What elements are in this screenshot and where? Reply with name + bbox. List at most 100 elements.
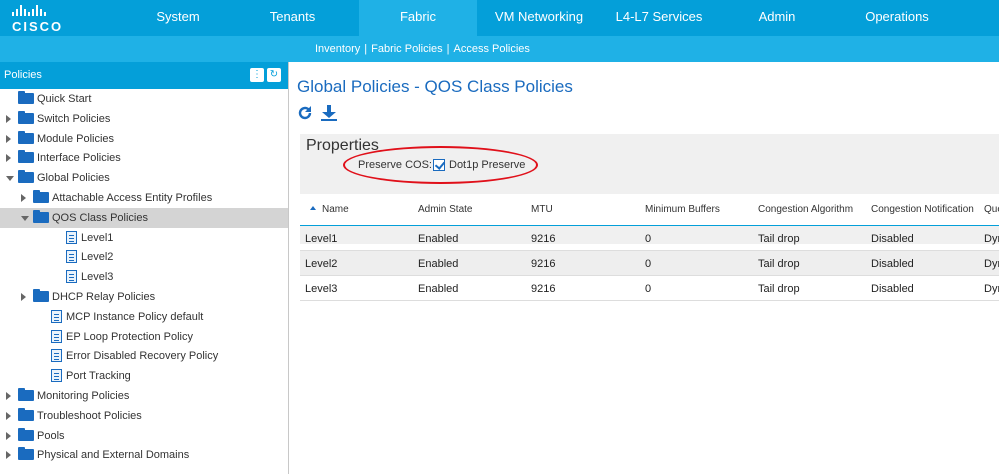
- column-header-congestion-notification[interactable]: Congestion Notification: [871, 204, 974, 215]
- cell-congestion-notification: Disabled: [871, 258, 914, 270]
- column-header-mtu[interactable]: MTU: [531, 204, 553, 215]
- collapsed-arrow-icon[interactable]: [21, 194, 26, 202]
- tree-view-options-icon[interactable]: ⋮: [250, 68, 264, 82]
- expanded-arrow-icon[interactable]: [21, 215, 29, 221]
- policy-doc-icon: [66, 250, 77, 264]
- column-header-name[interactable]: Name: [310, 204, 349, 215]
- cell-minimum-buffers: 0: [645, 283, 652, 295]
- table-row[interactable]: Level1 Enabled 9216 0 Tail drop Disabled Dyn: [300, 226, 999, 251]
- folder-icon: [18, 388, 34, 401]
- tree-item-label: DHCP Relay Policies: [52, 291, 156, 303]
- nav-tab-system[interactable]: System: [130, 0, 226, 36]
- folder-icon: [18, 130, 34, 144]
- column-header-admin-state[interactable]: Admin State: [418, 204, 472, 215]
- collapsed-arrow-icon[interactable]: [6, 411, 11, 420]
- tree-item-label: Pools: [37, 429, 65, 442]
- tree-item-label: Port Tracking: [66, 370, 131, 383]
- tree-item-qos-class-policies[interactable]: QOS Class Policies: [0, 207, 288, 228]
- policy-doc-icon: [51, 329, 62, 343]
- cell-mtu: 9216: [531, 258, 556, 270]
- tree-item-label: Module Policies: [37, 132, 115, 145]
- column-header-minimum-buffers[interactable]: Minimum Buffers: [645, 204, 720, 215]
- nav-tab-admin[interactable]: Admin: [717, 0, 837, 36]
- cell-name: Level3: [305, 283, 338, 295]
- folder-icon: [18, 407, 34, 421]
- tree-item-label: MCP Instance Policy default: [66, 310, 204, 323]
- tree-item-label: Physical and External Domains: [37, 449, 190, 462]
- cell-congestion-algorithm: Tail drop: [758, 283, 800, 295]
- cell-minimum-buffers: 0: [645, 258, 652, 270]
- subnav-inventory[interactable]: Inventory: [315, 43, 360, 55]
- cell-name: Level1: [305, 233, 338, 245]
- tree-item-level2[interactable]: Level2: [0, 247, 288, 267]
- download-icon[interactable]: [320, 104, 338, 122]
- policy-doc-icon: [66, 230, 77, 244]
- cell-minimum-buffers: 0: [645, 233, 652, 245]
- collapsed-arrow-icon[interactable]: [6, 134, 11, 143]
- policy-doc-icon: [51, 309, 62, 323]
- folder-icon: [33, 209, 49, 223]
- cell-admin-state: Enabled: [418, 258, 459, 270]
- collapsed-arrow-icon[interactable]: [6, 392, 11, 400]
- policy-doc-icon: [51, 349, 62, 363]
- table-row[interactable]: Level3 Enabled 9216 0 Tail drop Disabled Dyn: [300, 276, 999, 301]
- policies-navigation-panel: Policies ⋮ ↻ Quick Start Switch Policies M…: [0, 62, 289, 474]
- folder-icon: [18, 110, 34, 124]
- subnav-fabric-policies[interactable]: Fabric Policies: [371, 43, 443, 55]
- nav-tab-l4-l7-services[interactable]: L4-L7 Services: [601, 0, 717, 36]
- main-nav: System Tenants Fabric VM Networking L4-L…: [130, 0, 957, 36]
- refresh-tree-icon[interactable]: ↻: [267, 68, 281, 82]
- cisco-logo-bars: [12, 5, 46, 16]
- tree-item-attachable-access-entity-profiles[interactable]: Attachable Access Entity Profiles: [0, 188, 288, 208]
- collapsed-arrow-icon[interactable]: [21, 293, 26, 301]
- column-header-congestion-algorithm[interactable]: Congestion Algorithm: [758, 204, 853, 215]
- collapsed-arrow-icon[interactable]: [6, 114, 11, 123]
- tree-item-port-tracking[interactable]: Port Tracking: [0, 366, 288, 386]
- tree-item-label: Error Disabled Recovery Policy: [66, 350, 219, 363]
- collapsed-arrow-icon[interactable]: [6, 154, 11, 163]
- nav-tab-tenants[interactable]: Tenants: [226, 0, 359, 36]
- cell-congestion-notification: Disabled: [871, 233, 914, 245]
- folder-icon: [18, 150, 34, 164]
- tree-item-dhcp-relay-policies[interactable]: DHCP Relay Policies: [0, 287, 288, 307]
- cell-queue: Dyn: [984, 258, 999, 270]
- table-row[interactable]: Level2 Enabled 9216 0 Tail drop Disabled Dyn: [300, 251, 999, 276]
- tree-item-interface-policies[interactable]: Interface Policies: [0, 148, 288, 168]
- collapsed-arrow-icon[interactable]: [6, 451, 11, 460]
- table-header: Name Admin State MTU Minimum Buffers Con…: [300, 194, 999, 226]
- tree-item-error-disabled-recovery-policy[interactable]: Error Disabled Recovery Policy: [0, 346, 288, 366]
- nav-tab-vm-networking[interactable]: VM Networking: [477, 0, 601, 36]
- expanded-arrow-icon[interactable]: [6, 176, 14, 182]
- tree-item-level1[interactable]: Level1: [0, 228, 288, 248]
- tree-item-global-policies[interactable]: Global Policies: [0, 168, 288, 188]
- tree-item-quick-start[interactable]: Quick Start: [0, 89, 288, 109]
- tree-item-physical-and-external-domains[interactable]: Physical and External Domains: [0, 445, 288, 465]
- policy-doc-icon: [66, 270, 77, 284]
- cisco-logo[interactable]: CISCO: [0, 0, 130, 36]
- breadcrumb-separator: |: [446, 43, 450, 55]
- subnav-access-policies[interactable]: Access Policies: [454, 43, 530, 55]
- nav-tab-operations[interactable]: Operations: [837, 0, 957, 36]
- tree-item-monitoring-policies[interactable]: Monitoring Policies: [0, 386, 288, 406]
- breadcrumb: Inventory | Fabric Policies | Access Policie…: [315, 43, 530, 55]
- tree-item-module-policies[interactable]: Module Policies: [0, 129, 288, 149]
- collapsed-arrow-icon[interactable]: [6, 431, 11, 440]
- cell-queue: Dyn: [984, 233, 999, 245]
- tree-item-troubleshoot-policies[interactable]: Troubleshoot Policies: [0, 406, 288, 426]
- tree-item-ep-loop-protection-policy[interactable]: EP Loop Protection Policy: [0, 327, 288, 347]
- refresh-icon[interactable]: [296, 104, 314, 122]
- tree-item-switch-policies[interactable]: Switch Policies: [0, 109, 288, 129]
- column-header-queue[interactable]: Que: [984, 204, 999, 215]
- folder-icon: [18, 170, 34, 184]
- tree-item-label: Level1: [81, 231, 114, 244]
- folder-icon: [33, 190, 49, 203]
- tree-item-level3[interactable]: Level3: [0, 267, 288, 287]
- tree-item-pools[interactable]: Pools: [0, 426, 288, 446]
- nav-tab-fabric[interactable]: Fabric: [359, 0, 477, 36]
- folder-icon: [33, 289, 49, 302]
- annotation-highlight-oval: [343, 146, 538, 184]
- tree-item-label: EP Loop Protection Policy: [66, 330, 193, 343]
- tree-item-label: Attachable Access Entity Profiles: [52, 192, 213, 204]
- tree-item-mcp-instance-policy-default[interactable]: MCP Instance Policy default: [0, 307, 288, 327]
- sub-nav-bar: Inventory | Fabric Policies | Access Policie…: [0, 36, 999, 62]
